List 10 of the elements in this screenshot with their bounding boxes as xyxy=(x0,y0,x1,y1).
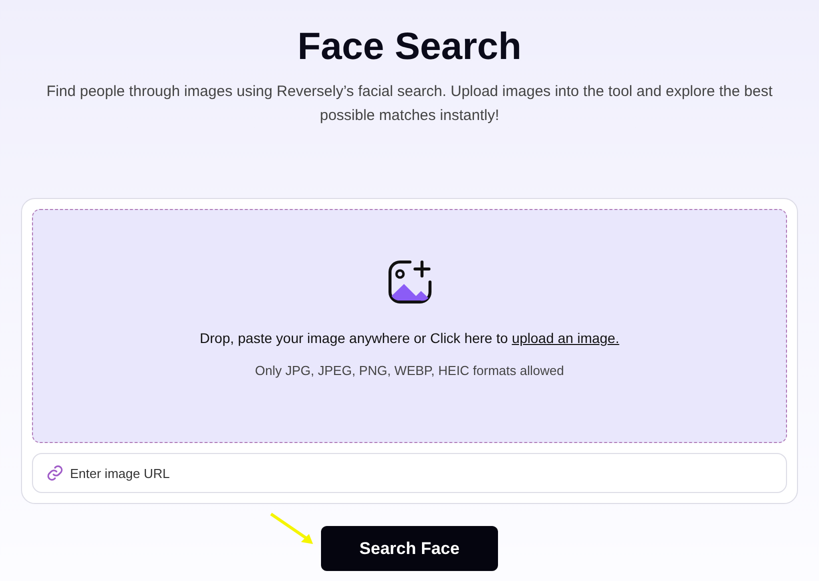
allowed-formats: Only JPG, JPEG, PNG, WEBP, HEIC formats allowed xyxy=(255,362,564,380)
subtitle: Find people through images using Reversely’s facial search. Upload images into the tool and explore the best possible matches instantly! xyxy=(46,82,774,126)
page-title: Face Search xyxy=(298,25,522,70)
url-field[interactable]: Enter image URL xyxy=(32,453,787,493)
upload-link[interactable]: upload an image. xyxy=(512,330,620,346)
search-face-button[interactable]: Search Face xyxy=(321,526,498,571)
drop-zone[interactable]: Drop, paste your image anywhere or Click here to upload an image. Only JPG, JPEG, PNG, WEBP, HEIC formats allowed xyxy=(32,209,787,443)
link-icon xyxy=(46,464,64,482)
add-image-icon xyxy=(386,258,434,306)
drop-instructions: Drop, paste your image anywhere or Click here to upload an image. xyxy=(200,329,620,348)
